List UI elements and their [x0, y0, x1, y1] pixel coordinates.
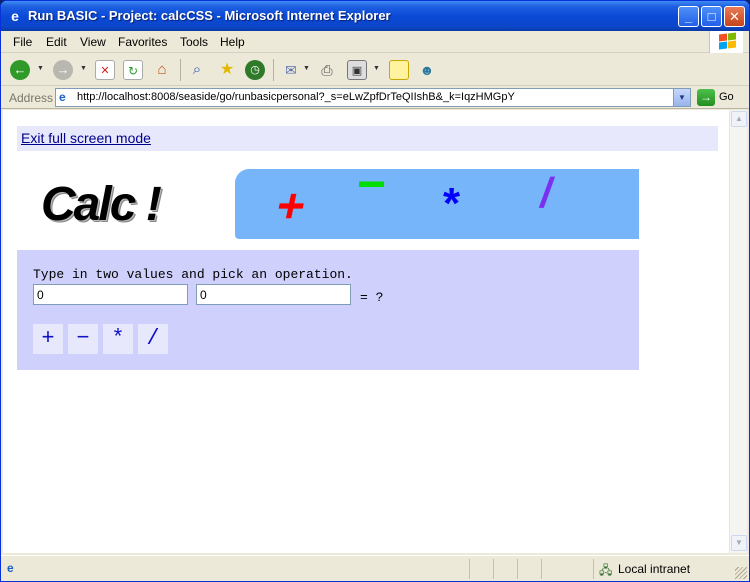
exit-fullscreen-link[interactable]: Exit full screen mode: [21, 130, 151, 146]
mail-icon[interactable]: ✉: [281, 60, 301, 80]
banner-divide-glyph: /: [536, 169, 557, 216]
mail-dropdown-icon[interactable]: ▼: [303, 65, 310, 72]
close-button[interactable]: ✕: [724, 6, 745, 27]
print-icon[interactable]: ⎙: [317, 60, 337, 80]
status-divider: [593, 559, 594, 579]
multiply-button[interactable]: *: [103, 324, 133, 354]
window-title: Run BASIC - Project: calcCSS - Microsoft…: [28, 8, 391, 23]
back-icon[interactable]: ←: [10, 60, 30, 80]
banner-minus-glyph: −: [357, 156, 387, 212]
resize-grip-icon[interactable]: [735, 567, 747, 579]
menu-tools[interactable]: Tools: [180, 35, 208, 49]
messenger-icon[interactable]: ☻: [417, 60, 437, 80]
home-icon[interactable]: ⌂: [152, 60, 172, 80]
status-bar: e 🖧 Local intranet: [1, 555, 749, 581]
instruction-text: Type in two values and pick an operation…: [33, 267, 353, 282]
subtract-button[interactable]: −: [68, 324, 98, 354]
address-label: Address: [9, 91, 54, 105]
back-dropdown-icon[interactable]: ▼: [37, 65, 44, 72]
status-divider: [469, 559, 470, 579]
ie-logo-icon: e: [11, 8, 19, 24]
calc-banner: Calc ! + − * /: [17, 156, 639, 241]
edit-dropdown-icon[interactable]: ▼: [373, 65, 380, 72]
standard-toolbar: ← ▼ → ▼ ✕ ↻ ⌂ ⌕ ★ ◷ ✉ ▼ ⎙ ▣ ▼ ☻: [1, 54, 749, 86]
calc-title: Calc !: [41, 178, 162, 231]
minimize-icon: _: [684, 9, 693, 24]
search-icon[interactable]: ⌕: [187, 60, 207, 80]
stop-icon[interactable]: ✕: [95, 60, 115, 80]
page-icon: e: [59, 90, 66, 104]
menu-help[interactable]: Help: [220, 35, 245, 49]
title-bar[interactable]: e Run BASIC - Project: calcCSS - Microso…: [1, 1, 749, 31]
menu-view[interactable]: View: [80, 35, 106, 49]
edit-icon[interactable]: ▣: [347, 60, 367, 80]
browser-window: e Run BASIC - Project: calcCSS - Microso…: [0, 0, 750, 582]
menu-edit[interactable]: Edit: [46, 35, 67, 49]
menu-file[interactable]: File: [13, 35, 32, 49]
page-viewport: Exit full screen mode Calc ! + − * / Typ…: [3, 110, 729, 553]
status-divider: [493, 559, 494, 579]
forward-icon[interactable]: →: [53, 60, 73, 80]
close-icon: ✕: [729, 9, 740, 24]
security-zone: Local intranet: [618, 562, 691, 576]
forward-dropdown-icon[interactable]: ▼: [80, 65, 87, 72]
banner-ops-panel: + − * /: [235, 156, 639, 239]
minimize-button[interactable]: _: [678, 6, 699, 27]
maximize-button[interactable]: □: [701, 6, 722, 27]
toolbar-separator: [180, 59, 181, 81]
go-button[interactable]: Go: [719, 91, 734, 103]
address-dropdown-icon[interactable]: ▼: [673, 89, 690, 106]
local-intranet-icon: 🖧: [599, 563, 613, 577]
result-text: = ?: [360, 290, 384, 305]
windows-logo-icon: [709, 31, 743, 53]
page-status-icon: e: [7, 561, 14, 575]
status-divider: [517, 559, 518, 579]
add-button[interactable]: +: [33, 324, 63, 354]
status-divider: [541, 559, 542, 579]
refresh-icon[interactable]: ↻: [123, 60, 143, 80]
menu-bar: File Edit View Favorites Tools Help: [1, 31, 749, 53]
favorites-star-icon[interactable]: ★: [217, 60, 237, 80]
calculator-panel: Type in two values and pick an operation…: [17, 250, 639, 370]
value2-input[interactable]: [196, 284, 351, 305]
scroll-down-icon[interactable]: ▼: [731, 535, 747, 551]
address-input[interactable]: e http://localhost:8008/seaside/go/runba…: [55, 88, 691, 107]
history-icon[interactable]: ◷: [245, 60, 265, 80]
exit-fullscreen-bar: Exit full screen mode: [17, 126, 718, 151]
scroll-up-icon[interactable]: ▲: [731, 111, 747, 127]
vertical-scrollbar[interactable]: ▲ ▼: [729, 110, 747, 553]
value1-input[interactable]: [33, 284, 188, 305]
toolbar-separator: [273, 59, 274, 81]
banner-plus-glyph: +: [271, 180, 311, 233]
maximize-icon: □: [707, 9, 716, 24]
address-url[interactable]: http://localhost:8008/seaside/go/runbasi…: [77, 91, 515, 103]
go-arrow-icon[interactable]: →: [697, 89, 715, 106]
menu-favorites[interactable]: Favorites: [118, 35, 167, 49]
banner-times-glyph: *: [443, 179, 461, 228]
address-bar: Address e http://localhost:8008/seaside/…: [1, 87, 749, 109]
discuss-icon[interactable]: [389, 60, 409, 80]
divide-button[interactable]: /: [138, 324, 168, 354]
